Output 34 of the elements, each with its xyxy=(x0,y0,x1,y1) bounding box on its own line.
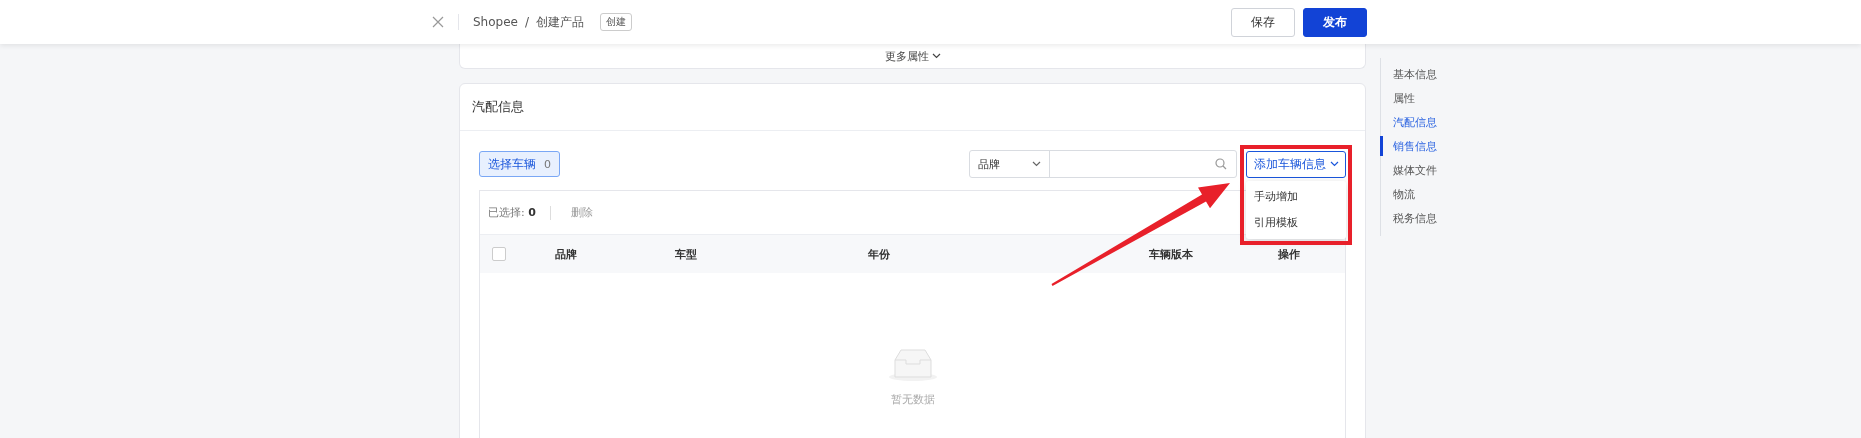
chevron-down-icon xyxy=(1032,161,1041,167)
status-tag: 创建 xyxy=(600,13,632,31)
column-header: 品牌 xyxy=(555,247,577,261)
empty-state-text: 暂无数据 xyxy=(890,392,935,407)
chevron-down-icon xyxy=(1329,161,1339,167)
column-header: 操作 xyxy=(1278,247,1300,261)
chevron-down-icon xyxy=(931,53,941,59)
select-vehicle-button[interactable]: 选择车辆 0 xyxy=(479,151,560,177)
more-attributes-link[interactable]: 更多属性 xyxy=(884,48,941,64)
menu-item[interactable]: 引用模板 xyxy=(1246,209,1346,236)
column-header: 车型 xyxy=(675,247,697,261)
search-field[interactable]: 品牌 xyxy=(969,150,1237,178)
anchor-nav-item[interactable]: 属性 xyxy=(1381,86,1437,110)
menu-item[interactable]: 手动增加 xyxy=(1246,183,1346,210)
anchor-nav-item[interactable]: 物流 xyxy=(1381,182,1437,206)
anchor-nav-item[interactable]: 销售信息 xyxy=(1381,134,1437,158)
add-vehicle-dropdown[interactable]: 添加车辆信息 xyxy=(1246,150,1346,178)
column-header: 车辆版本 xyxy=(1149,247,1193,261)
breadcrumb-item[interactable]: Shopee xyxy=(473,15,518,29)
breadcrumb-separator: / xyxy=(524,15,529,29)
column-header: 年份 xyxy=(868,247,890,261)
anchor-nav-item[interactable]: 税务信息 xyxy=(1381,206,1437,230)
anchor-nav-item[interactable]: 基本信息 xyxy=(1381,62,1437,86)
section-title: 汽配信息 xyxy=(472,98,524,116)
selected-count: 已选择: 0 xyxy=(488,205,536,220)
publish-button[interactable]: 发布 xyxy=(1303,7,1367,37)
close-icon[interactable] xyxy=(432,16,444,28)
search-icon[interactable] xyxy=(1215,158,1227,170)
save-button[interactable]: 保存 xyxy=(1231,7,1295,37)
anchor-nav-item[interactable]: 汽配信息 xyxy=(1381,110,1437,134)
breadcrumb-item: 创建产品 xyxy=(536,13,584,31)
empty-inbox-icon xyxy=(887,348,938,382)
select-all-checkbox[interactable] xyxy=(492,247,506,261)
anchor-nav-item[interactable]: 媒体文件 xyxy=(1381,158,1437,182)
